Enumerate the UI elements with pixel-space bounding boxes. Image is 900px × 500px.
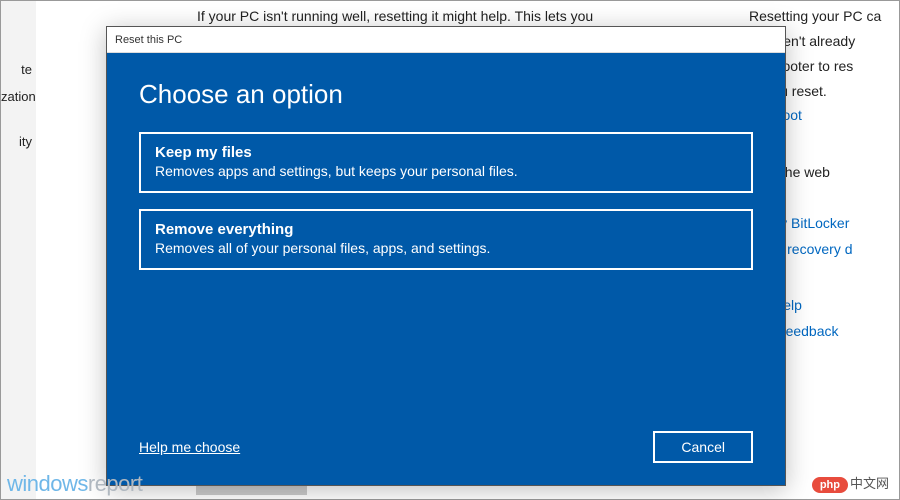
option-description: Removes apps and settings, but keeps you… — [155, 163, 737, 179]
cancel-button[interactable]: Cancel — [653, 431, 753, 463]
watermark-right: php中文网 — [812, 473, 889, 493]
option-title: Remove everything — [155, 221, 737, 238]
sidebar-item[interactable]: te — [1, 56, 36, 83]
dialog-body: Choose an option Keep my files Removes a… — [107, 53, 785, 485]
option-remove-everything[interactable]: Remove everything Removes all of your pe… — [139, 209, 753, 270]
php-logo-icon: php — [812, 477, 848, 493]
sidebar-item[interactable]: zation — [1, 83, 36, 110]
dialog-heading: Choose an option — [139, 79, 753, 110]
dialog-footer: Help me choose Cancel — [139, 431, 753, 463]
help-me-choose-link[interactable]: Help me choose — [139, 439, 240, 455]
dialog-title: Reset this PC — [115, 34, 182, 46]
settings-sidebar: te zation ity — [1, 1, 36, 499]
watermark-brand: windows — [7, 471, 88, 496]
right-text: Resetting your PC ca — [749, 7, 899, 26]
dialog-titlebar: Reset this PC — [107, 27, 785, 53]
option-keep-my-files[interactable]: Keep my files Removes apps and settings,… — [139, 132, 753, 193]
sidebar-item[interactable]: ity — [1, 128, 36, 155]
reset-pc-dialog: Reset this PC Choose an option Keep my f… — [106, 26, 786, 486]
option-description: Removes all of your personal files, apps… — [155, 240, 737, 256]
option-title: Keep my files — [155, 144, 737, 161]
watermark-left: windowsreport — [7, 471, 142, 497]
